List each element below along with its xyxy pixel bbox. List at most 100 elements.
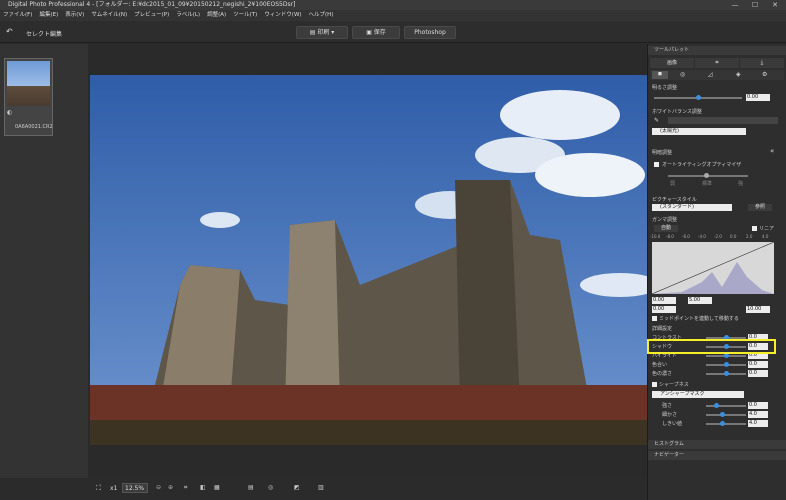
menu-help[interactable]: ヘルプ(H) <box>309 10 334 21</box>
hue-label: 色合い <box>652 362 668 368</box>
image-preview[interactable] <box>90 75 647 445</box>
navigator-header[interactable]: ナビゲーター <box>648 451 786 460</box>
edited-icon: ◐ <box>7 109 13 116</box>
tab-image[interactable]: 画像 <box>650 58 694 68</box>
shadow-highlight-box <box>647 339 776 354</box>
disk-icon: ▣ <box>366 29 374 36</box>
picture-style-dropdown[interactable]: (スタンダード) <box>652 204 732 211</box>
menu-edit[interactable]: 編集(E) <box>39 10 58 21</box>
strength-label: 強さ <box>662 403 673 409</box>
linear-label: リニア <box>759 226 775 232</box>
alo-checkbox[interactable] <box>654 162 659 167</box>
threshold-slider[interactable] <box>706 421 746 426</box>
linear-checkbox[interactable] <box>752 226 757 231</box>
input-shadow[interactable]: 0.00 <box>652 297 676 304</box>
menu-label[interactable]: ラベル(L) <box>176 10 200 21</box>
picture-style-label: ピクチャースタイル <box>652 197 697 203</box>
zoom-select[interactable]: 12.5% <box>122 483 148 493</box>
auto-button[interactable]: 自動 <box>654 225 678 232</box>
fineness-knob[interactable] <box>720 412 725 417</box>
threshold-value[interactable]: 4.0 <box>748 420 768 427</box>
color-icon[interactable]: ◈ <box>736 71 741 78</box>
thumbnail-image[interactable] <box>7 61 50 106</box>
back-arrow-icon[interactable]: ↶ <box>6 27 13 36</box>
fineness-value[interactable]: 4.0 <box>748 411 768 418</box>
menu-file[interactable]: ファイル(F) <box>3 10 32 21</box>
alo-label: オートライティングオプティマイザ <box>662 162 742 168</box>
alo-knob[interactable] <box>704 173 709 178</box>
menu-window[interactable]: ウィンドウ(W) <box>264 10 301 21</box>
grid-icon[interactable]: ▤ <box>248 484 254 491</box>
maximize-button[interactable]: ☐ <box>745 0 765 10</box>
zoom-ratio[interactable]: x1 <box>110 485 117 492</box>
zoom-out-icon[interactable]: ⊖ <box>156 484 161 491</box>
close-button[interactable]: ✕ <box>765 0 785 10</box>
tone-curve-graph[interactable] <box>652 242 774 294</box>
fit-icon[interactable]: ⛶ <box>96 484 101 493</box>
thumbnail-filename: 0A6A0021.CR2 <box>15 124 53 130</box>
input-gamma[interactable]: 5.00 <box>688 297 712 304</box>
wb-dropdown[interactable]: (太陽光) <box>652 128 746 135</box>
select-edit-label[interactable]: セレクト編集 <box>26 29 62 38</box>
tool-palette-header: ツールパレット <box>648 46 786 55</box>
browse-button[interactable]: 参照 <box>748 204 772 211</box>
saturation-slider[interactable] <box>706 371 746 376</box>
highlight-slider[interactable] <box>706 353 746 358</box>
detail-label: 詳細設定 <box>652 326 673 332</box>
collapse-icon[interactable]: « <box>770 147 774 155</box>
af-point-icon[interactable]: ▦ <box>214 484 220 491</box>
info-icon[interactable]: ▥ <box>318 484 324 491</box>
hue-slider[interactable] <box>706 362 746 367</box>
thumbnail-card[interactable]: ◐ 0A6A0021.CR2 <box>4 58 53 136</box>
output-highlight[interactable]: 10.00 <box>746 306 770 313</box>
strength-value[interactable]: 0.0 <box>748 402 768 409</box>
menu-thumbnail[interactable]: サムネイル(N) <box>91 10 127 21</box>
trim-tab-icon[interactable]: ⌗ <box>695 58 739 68</box>
threshold-knob[interactable] <box>720 421 725 426</box>
output-shadow[interactable]: 0.00 <box>652 306 676 313</box>
compare-icon[interactable]: ◧ <box>200 484 206 491</box>
brightness-slider[interactable] <box>654 95 742 100</box>
lens-icon[interactable]: ◎ <box>680 71 685 78</box>
highlight-warning-icon[interactable]: ◩ <box>294 484 300 491</box>
menu-view[interactable]: 表示(V) <box>65 10 84 21</box>
toolbar: ↶ セレクト編集 ▤ 印刷 ▾ ▣ 保存 Photoshop <box>0 21 786 43</box>
hue-value[interactable]: 0.0 <box>748 361 768 368</box>
sharpness-checkbox[interactable] <box>652 382 657 387</box>
eyedropper-icon[interactable]: ✎ <box>654 117 659 124</box>
saturation-value[interactable]: 0.0 <box>748 370 768 377</box>
brightness-value[interactable]: 0.00 <box>746 94 770 101</box>
sub-tab-row: ◼ ◎ ◿ ◈ ⚙ <box>650 70 784 80</box>
save-button[interactable]: ▣ 保存 <box>352 26 400 39</box>
histogram-header[interactable]: ヒストグラム <box>648 440 786 449</box>
hue-knob[interactable] <box>724 362 729 367</box>
brightness-knob[interactable] <box>696 95 701 100</box>
saturation-label: 色の濃さ <box>652 371 673 377</box>
output-tab-icon[interactable]: ⤓ <box>740 58 784 68</box>
palette-tab-row: 画像 ⌗ ⤓ <box>650 58 784 68</box>
minimize-button[interactable]: — <box>725 0 745 10</box>
alo-slider[interactable] <box>668 173 748 178</box>
photoshop-button[interactable]: Photoshop <box>404 26 456 39</box>
settings-gear-icon[interactable]: ⚙ <box>762 71 767 78</box>
midpoint-checkbox[interactable] <box>652 316 657 321</box>
basic-adjust-icon[interactable]: ◼ <box>652 71 668 79</box>
crop-icon[interactable]: ⌗ <box>184 484 187 492</box>
curve-icon[interactable]: ◿ <box>708 71 713 78</box>
print-button[interactable]: ▤ 印刷 ▾ <box>296 26 348 39</box>
menu-adjust[interactable]: 調整(A) <box>207 10 226 21</box>
fineness-slider[interactable] <box>706 412 746 417</box>
menu-preview[interactable]: プレビュー(P) <box>134 10 169 21</box>
strength-slider[interactable] <box>706 403 746 408</box>
photo-building <box>90 75 647 445</box>
tone-scale: -10.0 -8.0 -6.0 -4.0 -2.0 0.0 2.0 4.0 <box>650 234 769 239</box>
saturation-knob[interactable] <box>724 371 729 376</box>
overlay-icon[interactable]: ◎ <box>268 484 273 491</box>
menu-bar: ファイル(F) 編集(E) 表示(V) サムネイル(N) プレビュー(P) ラベル(L) 調… <box>0 10 786 21</box>
zoom-in-icon[interactable]: ⊕ <box>168 484 173 491</box>
strength-knob[interactable] <box>714 403 719 408</box>
wb-label: ホワイトバランス調整 <box>652 109 702 115</box>
wb-preset-buttons[interactable] <box>668 117 778 124</box>
usm-dropdown[interactable]: アンシャープマスク <box>652 391 744 398</box>
menu-tools[interactable]: ツール(T) <box>233 10 257 21</box>
